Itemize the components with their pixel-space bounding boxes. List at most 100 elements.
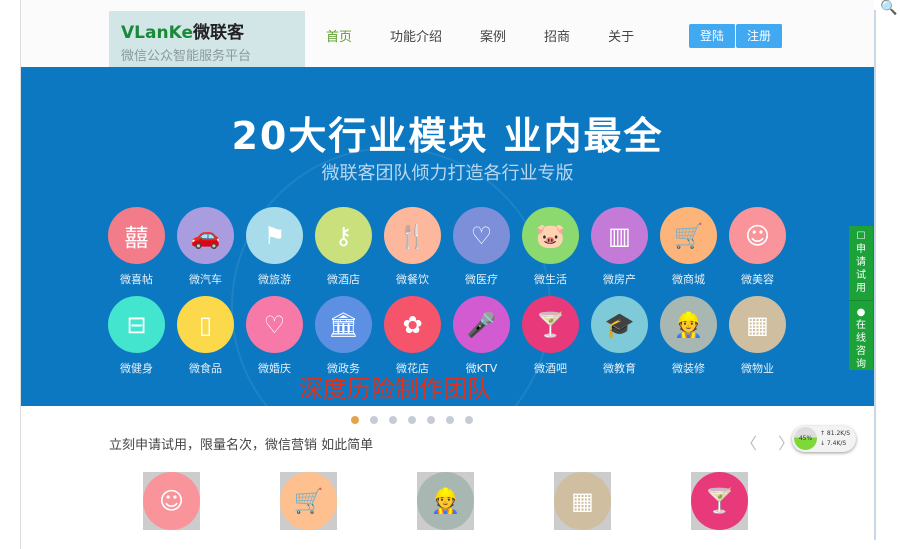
industry-label: 微美容 [741,273,774,286]
slide-dot[interactable] [465,416,473,424]
slide-dot[interactable] [351,416,359,424]
slide-dot[interactable] [446,416,454,424]
slide-dot[interactable] [370,416,378,424]
industry-icon: 🏛 [315,296,372,353]
upload-speed: ↑ 81.2K/S [820,430,851,437]
industry-row1-0[interactable]: 囍微喜帖 [108,207,165,287]
slide-dots [351,416,484,424]
scrollbar[interactable] [874,10,876,540]
nav-cases[interactable]: 案例 [480,26,506,45]
online-consult-link[interactable]: 在线咨询 [856,319,866,371]
industry-row2-6[interactable]: 🍸 微酒吧 [522,296,579,376]
nav-home[interactable]: 首页 [326,26,352,45]
download-speed: ↓ 7.4K/S [820,440,847,447]
industry-label: 微酒吧 [534,362,567,375]
industry-label: 微喜帖 [120,273,153,286]
industry-icon: ♡ [246,296,303,353]
industry-row1-8[interactable]: 🛒 微商城 [660,207,717,287]
nav-partners[interactable]: 招商 [544,26,570,45]
industry-label: 微旅游 [258,273,291,286]
industry-row1-3[interactable]: ⚷ 微酒店 [315,207,372,287]
industry-label: 微教育 [603,362,636,375]
industry-row2-1[interactable]: ▯ 微食品 [177,296,234,376]
feature-tile[interactable]: 👷 [417,472,474,530]
industry-row1-9[interactable]: ☺ 微美容 [729,207,786,287]
brand-name: VLanKe [121,23,193,43]
qq-icon: ● [856,307,866,318]
tagline: 立刻申请试用，限量名次，微信营销 如此简单 [109,438,374,453]
industry-label: 微汽车 [189,273,222,286]
network-speed-widget[interactable]: 45% ↑ 81.2K/S ↓ 7.4K/S [792,426,856,452]
industry-icon: ✿ [384,296,441,353]
industry-label: 微商城 [672,273,705,286]
feature-icon: ☺ [143,472,200,530]
industry-row1-5[interactable]: ♡ 微医疗 [453,207,510,287]
industry-label: 微生活 [534,273,567,286]
industry-icon: 🎤 [453,296,510,353]
industry-row1-4[interactable]: 🍴 微餐饮 [384,207,441,287]
banner-slider[interactable]: 20大行业模块 业内最全 微联客团队倾力打造各行业专版 囍微喜帖 🚗 微汽车 ⚑ 微旅游… [21,67,874,406]
industry-label: 微房产 [603,273,636,286]
industry-icon: ⚷ [315,207,372,264]
industry-row1-6[interactable]: 🐷 微生活 [522,207,579,287]
industry-label: 微医疗 [465,273,498,286]
industry-row2-0[interactable]: ⊟ 微健身 [108,296,165,376]
industry-icon: 🍴 [384,207,441,264]
industry-label: 微装修 [672,362,705,375]
industry-label: 微食品 [189,362,222,375]
header: VLanKe微联客 微信公众智能服务平台 首页 功能介绍 案例 招商 关于 登陆… [21,0,874,67]
slide-dot[interactable] [389,416,397,424]
industry-icon: ♡ [453,207,510,264]
banner-title: 20大行业模块 业内最全 [231,114,664,158]
feature-tile[interactable]: 🍸 [691,472,748,530]
industry-icon: ▥ [591,207,648,264]
industry-icon: ⊟ [108,296,165,353]
overlay-text: 深度历险制作团队 [299,375,491,403]
industry-label: 微物业 [741,362,774,375]
side-contact-tab[interactable]: ☐ 申请试用 ● 在线咨询 [849,226,873,370]
login-button[interactable]: 登陆 [689,24,736,48]
speed-percent: 45% [794,427,817,450]
slide-dot[interactable] [427,416,435,424]
slogan: 微信公众智能服务平台 [121,49,252,64]
slide-dot[interactable] [408,416,416,424]
industry-row2-8[interactable]: 👷 微装修 [660,296,717,376]
industry-icon: 👷 [660,296,717,353]
main-nav: 首页 功能介绍 案例 招商 关于 [326,26,672,45]
register-button[interactable]: 注册 [736,24,783,48]
feature-tile[interactable]: ☺ [143,472,200,530]
banner-subtitle: 微联客团队倾力打造各行业专版 [321,163,574,184]
nav-features[interactable]: 功能介绍 [390,26,442,45]
industry-row2-9[interactable]: ▦ 微物业 [729,296,786,376]
industry-row2-4[interactable]: ✿ 微花店 [384,296,441,376]
feature-icon: 🍸 [691,472,748,530]
industry-icon: 囍 [108,207,165,264]
industry-icon: 🛒 [660,207,717,264]
feature-icon: ▦ [554,472,611,530]
prev-arrow-icon[interactable]: 〈 [741,434,757,453]
industry-row1-1[interactable]: 🚗 微汽车 [177,207,234,287]
search-icon[interactable]: 🔍 [880,0,897,16]
industry-label: 微餐饮 [396,273,429,286]
industry-icon: 🐷 [522,207,579,264]
industry-icon: 🎓 [591,296,648,353]
nav-about[interactable]: 关于 [608,26,634,45]
logo[interactable]: VLanKe微联客 微信公众智能服务平台 [109,11,305,67]
industry-row1-7[interactable]: ▥ 微房产 [591,207,648,287]
industry-row2-5[interactable]: 🎤 微KTV [453,296,510,376]
industry-icon: ☺ [729,207,786,264]
industry-row2-3[interactable]: 🏛 微政务 [315,296,372,376]
brand-cn: 微联客 [192,23,244,43]
feature-tile[interactable]: 🛒 [280,472,337,530]
industry-label: 微酒店 [327,273,360,286]
industry-icon: 🍸 [522,296,579,353]
industry-label: 微健身 [120,362,153,375]
feature-tile[interactable]: ▦ [554,472,611,530]
apply-trial-link[interactable]: 申请试用 [856,243,866,295]
industry-row2-2[interactable]: ♡ 微婚庆 [246,296,303,376]
industry-row1-2[interactable]: ⚑ 微旅游 [246,207,303,287]
industry-row2-7[interactable]: 🎓 微教育 [591,296,648,376]
industry-icon: ▯ [177,296,234,353]
industry-icon: ▦ [729,296,786,353]
chat-icon: ☐ [856,231,866,242]
